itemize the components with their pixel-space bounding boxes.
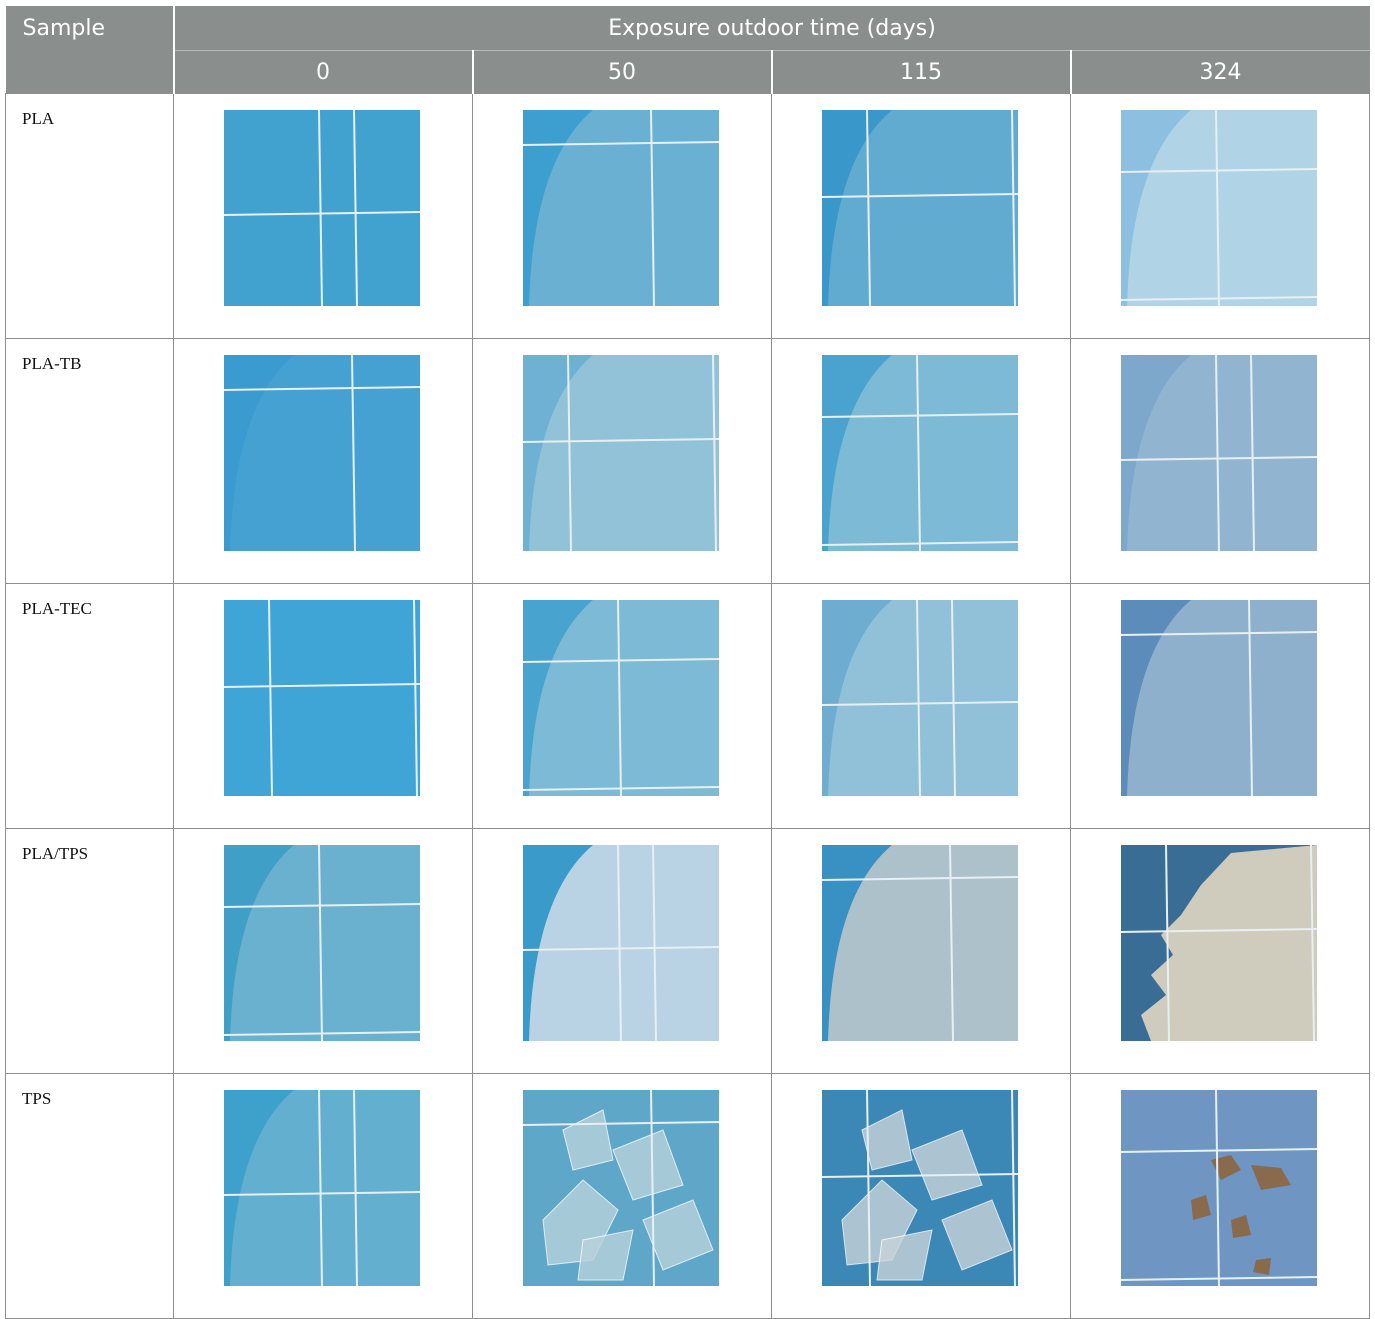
sample-name: PLA-TB: [5, 338, 174, 584]
sample-photo: [822, 1090, 1018, 1286]
header-day-50: 50: [472, 50, 773, 94]
header-sample: Sample: [5, 6, 175, 94]
sample-photo: [822, 110, 1018, 306]
sample-photo: [1121, 600, 1317, 796]
sample-photo: [822, 845, 1018, 1041]
sample-photo: [1121, 110, 1317, 306]
sample-photo: [1121, 355, 1317, 551]
photo-cell: [771, 338, 1071, 584]
photo-cell: [771, 583, 1071, 829]
photo-cell: [472, 1073, 772, 1319]
sample-photo: [523, 600, 719, 796]
sample-name: PLA: [5, 93, 174, 339]
sample-photo: [1121, 845, 1317, 1041]
photo-cell: [472, 583, 772, 829]
sample-photo: [523, 1090, 719, 1286]
sample-photo: [224, 845, 420, 1041]
table-row: PLA-TB: [5, 338, 1371, 584]
photo-cell: [472, 338, 772, 584]
sample-photo: [1121, 1090, 1317, 1286]
sample-photo: [523, 110, 719, 306]
sample-photo: [224, 355, 420, 551]
sample-name: PLA/TPS: [5, 828, 174, 1074]
photo-cell: [771, 828, 1071, 1074]
photo-cell: [771, 1073, 1071, 1319]
photo-cell: [472, 93, 772, 339]
header-day-115: 115: [771, 50, 1072, 94]
photo-cell: [173, 93, 473, 339]
photo-cell: [173, 338, 473, 584]
header-day-324: 324: [1070, 50, 1370, 94]
sample-photo: [822, 600, 1018, 796]
table-row: PLA: [5, 93, 1371, 339]
photo-cell: [173, 828, 473, 1074]
sample-photo: [523, 845, 719, 1041]
table-row: TPS: [5, 1073, 1371, 1319]
photo-cell: [1069, 828, 1371, 1074]
table-body: PLA PLA-TB PLA-TEC PLA/TPS TPS: [5, 93, 1371, 1319]
sample-photo: [224, 600, 420, 796]
photo-cell: [1069, 583, 1371, 829]
sample-photo: [523, 355, 719, 551]
header-exposure-time: Exposure outdoor time (days): [173, 6, 1370, 51]
photo-cell: [1069, 1073, 1371, 1319]
table-header: Sample Exposure outdoor time (days) 0 50…: [5, 6, 1370, 94]
table-row: PLA-TEC: [5, 583, 1371, 829]
header-day-0: 0: [173, 50, 474, 94]
sample-photo: [224, 1090, 420, 1286]
photo-cell: [1069, 338, 1371, 584]
photo-cell: [1069, 93, 1371, 339]
photo-cell: [173, 583, 473, 829]
photo-cell: [472, 828, 772, 1074]
results-table: Sample Exposure outdoor time (days) 0 50…: [5, 6, 1371, 1319]
table-row: PLA/TPS: [5, 828, 1371, 1074]
photo-cell: [771, 93, 1071, 339]
sample-name: TPS: [5, 1073, 174, 1319]
sample-name: PLA-TEC: [5, 583, 174, 829]
sample-photo: [822, 355, 1018, 551]
sample-photo: [224, 110, 420, 306]
photo-cell: [173, 1073, 473, 1319]
